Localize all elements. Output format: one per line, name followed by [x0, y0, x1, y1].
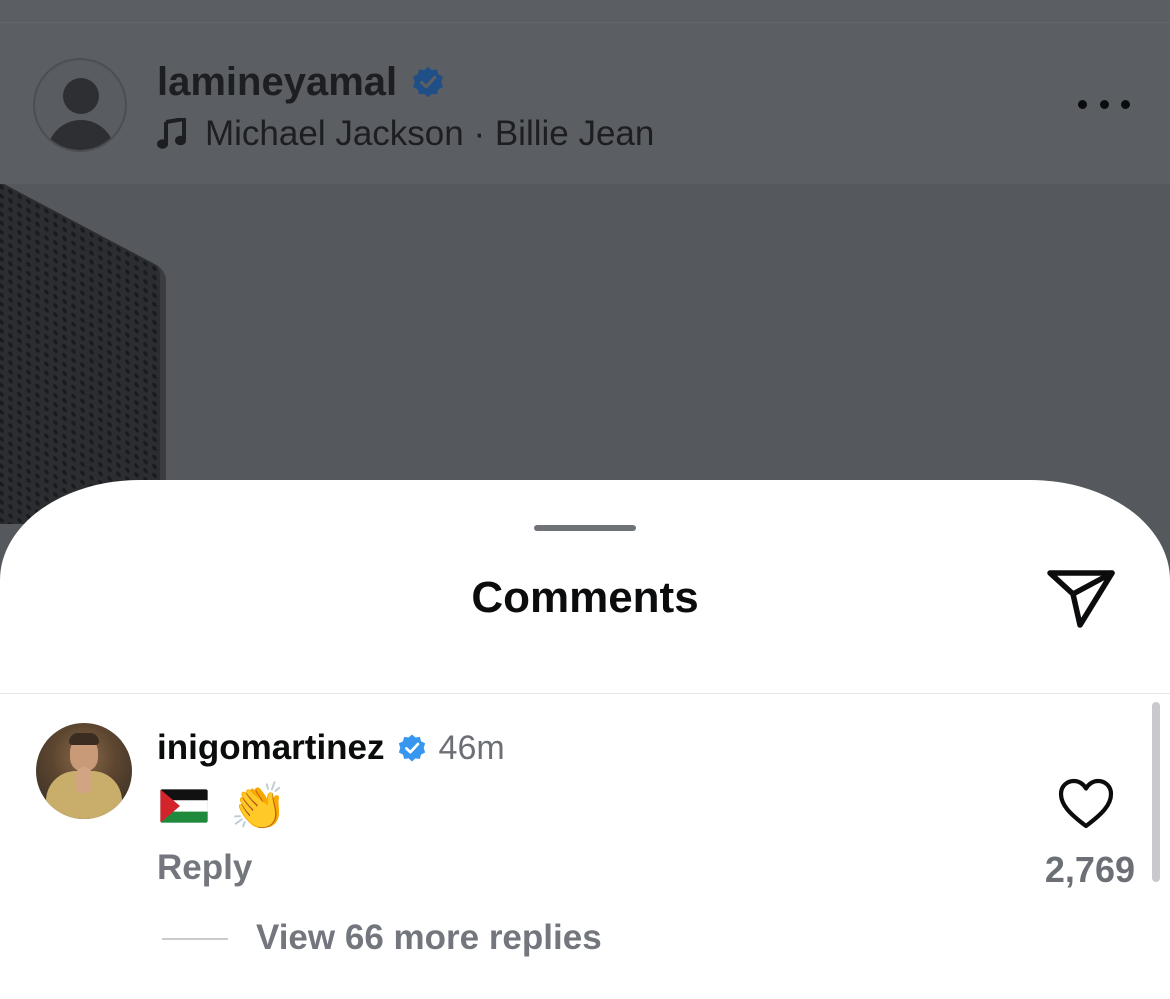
verified-badge-icon: [413, 66, 444, 98]
heart-outline-icon[interactable]: [1058, 778, 1114, 830]
post-music-label: Michael Jackson · Billie Jean: [205, 114, 655, 153]
sheet-title: Comments: [471, 573, 699, 622]
top-divider: [0, 22, 1170, 23]
post-audio-track[interactable]: Michael Jackson · Billie Jean: [157, 112, 654, 156]
paper-plane-icon[interactable]: [1045, 566, 1117, 632]
comment-timestamp: 46m: [438, 729, 505, 767]
dot: [1078, 99, 1087, 109]
verified-badge-icon: [398, 734, 425, 762]
comment-username[interactable]: inigomartinez: [157, 724, 385, 772]
post-media[interactable]: [0, 184, 1170, 524]
comments-sheet: Comments inigomartinez 46m 👏 Reply 2,769…: [0, 480, 1170, 999]
replies-connector-line: [162, 938, 228, 940]
comment-avatar[interactable]: [36, 723, 132, 819]
palestine-flag-emoji: [160, 789, 208, 823]
view-more-replies-button[interactable]: View 66 more replies: [256, 916, 602, 960]
screen: lamineyamal Michael Jackson · Billie Jea…: [0, 0, 1170, 999]
post-author[interactable]: lamineyamal: [157, 58, 445, 106]
sheet-grabber-handle[interactable]: [534, 525, 636, 531]
speaker-image: [0, 184, 166, 524]
post-username[interactable]: lamineyamal: [157, 58, 397, 106]
clap-emoji: 👏: [230, 780, 288, 832]
avatar-hair: [69, 733, 99, 745]
post-author-avatar[interactable]: [33, 58, 127, 152]
post-header: lamineyamal Michael Jackson · Billie Jea…: [0, 0, 1170, 184]
sheet-divider: [0, 693, 1170, 694]
avatar-hands: [76, 767, 92, 793]
comment-header: inigomartinez 46m: [157, 724, 505, 772]
avatar-placeholder-head: [63, 78, 99, 114]
music-note-icon: [157, 118, 186, 149]
comment-text: 👏: [160, 776, 287, 836]
scrollbar[interactable]: [1152, 702, 1160, 882]
avatar-placeholder-body: [47, 120, 115, 150]
more-options-icon[interactable]: [1078, 92, 1130, 116]
dot: [1121, 99, 1130, 109]
like-count: 2,769: [1044, 849, 1135, 890]
dot: [1099, 99, 1109, 109]
reply-button[interactable]: Reply: [157, 846, 252, 890]
